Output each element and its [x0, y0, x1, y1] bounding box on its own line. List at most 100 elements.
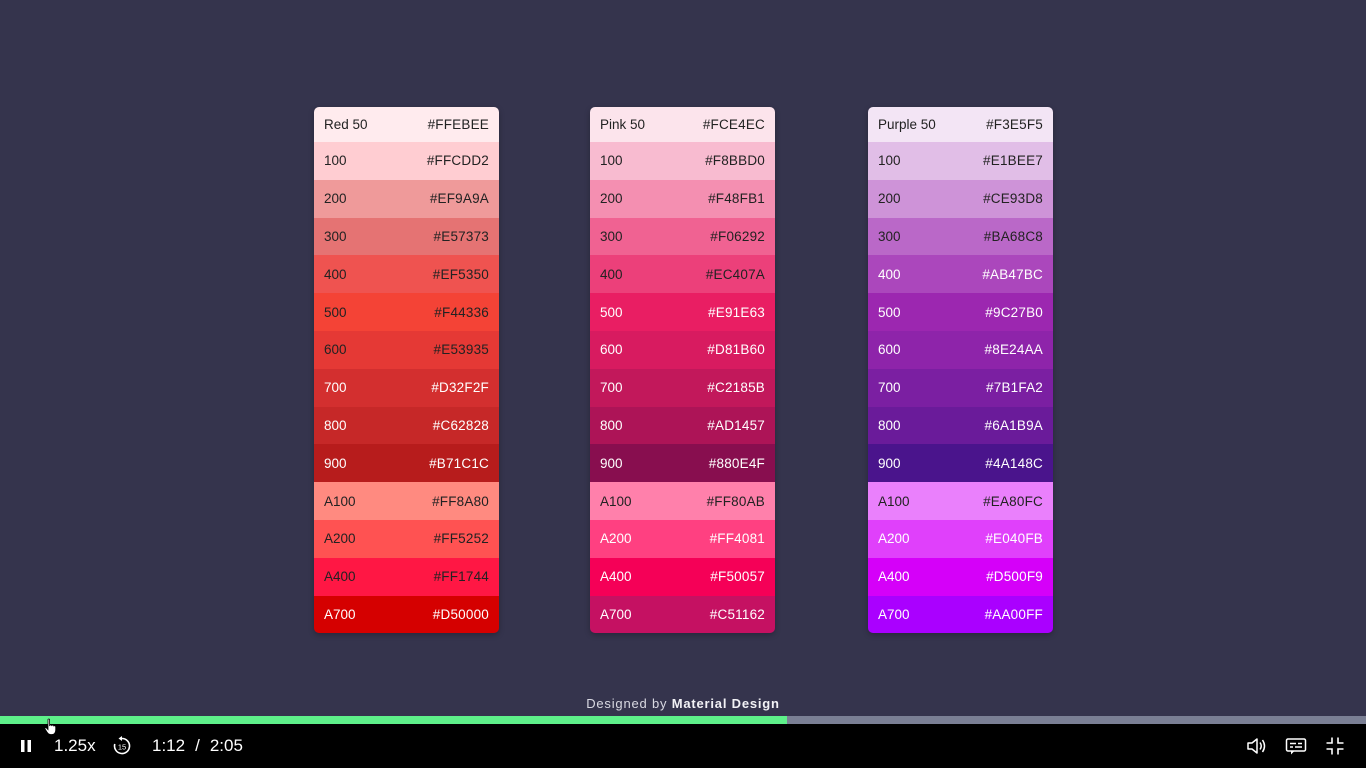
pause-button[interactable] [18, 724, 34, 768]
red-swatch-200: 200 #EF9A9A [314, 179, 499, 218]
credit-brand: Material Design [671, 696, 780, 711]
red-swatch-700: 700 #D32F2F [314, 368, 499, 407]
swatch-label: Red 50 [324, 117, 368, 132]
swatch-label: A100 [324, 493, 356, 509]
swatch-label: 800 [324, 417, 347, 433]
swatch-hex: #FF80AB [706, 493, 765, 509]
swatch-label: 300 [324, 228, 347, 244]
swatch-hex: #B71C1C [429, 455, 489, 471]
swatch-label: 700 [878, 380, 901, 396]
pink-swatch-pink-50: Pink 50 #FCE4EC [590, 107, 775, 142]
pause-icon [21, 740, 31, 752]
swatch-hex: #FFEBEE [427, 117, 489, 132]
purple-swatch-300: 300 #BA68C8 [868, 217, 1053, 256]
purple-swatch-a400: A400 #D500F9 [868, 557, 1053, 596]
exit-fullscreen-button[interactable] [1325, 724, 1345, 768]
swatch-label: 600 [878, 342, 901, 358]
swatch-hex: #F3E5F5 [986, 117, 1043, 132]
pink-swatch-900: 900 #880E4F [590, 444, 775, 483]
swatch-label: 100 [600, 153, 623, 169]
swatch-hex: #9C27B0 [985, 304, 1043, 320]
swatch-hex: #8E24AA [984, 342, 1043, 358]
swatch-label: 700 [324, 380, 347, 396]
swatch-hex: #F50057 [710, 569, 765, 585]
red-swatch-red-50: Red 50 #FFEBEE [314, 107, 499, 142]
swatch-hex: #AB47BC [982, 266, 1043, 282]
swatch-hex: #EF5350 [432, 266, 489, 282]
red-swatch-600: 600 #E53935 [314, 330, 499, 369]
pink-swatch-200: 200 #F48FB1 [590, 179, 775, 218]
swatch-label: 100 [324, 153, 347, 169]
swatch-label: A700 [878, 606, 910, 622]
duration: 2:05 [209, 736, 243, 755]
progress-bar-fill [0, 716, 787, 724]
swatch-label: 800 [600, 417, 623, 433]
mouse-pointer-icon [44, 718, 57, 735]
red-swatch-a400: A400 #FF1744 [314, 557, 499, 596]
pink-swatch-700: 700 #C2185B [590, 368, 775, 407]
pink-swatch-400: 400 #EC407A [590, 255, 775, 294]
swatch-label: 800 [878, 417, 901, 433]
swatch-label: 600 [324, 342, 347, 358]
swatch-hex: #E040FB [985, 531, 1043, 547]
swatch-label: 700 [600, 380, 623, 396]
swatch-hex: #EF9A9A [429, 191, 489, 207]
playback-speed-button[interactable]: 1.25x [54, 724, 96, 768]
pink-swatch-a100: A100 #FF80AB [590, 482, 775, 520]
red-swatch-a200: A200 #FF5252 [314, 519, 499, 558]
swatch-label: A700 [600, 606, 632, 622]
red-swatch-100: 100 #FFCDD2 [314, 142, 499, 180]
swatch-hex: #7B1FA2 [986, 380, 1043, 396]
pink-swatch-500: 500 #E91E63 [590, 293, 775, 331]
swatch-label: A100 [600, 493, 632, 509]
rewind-button[interactable]: 15 [111, 724, 133, 768]
purple-swatch-a200: A200 #E040FB [868, 519, 1053, 558]
swatch-label: 200 [878, 191, 901, 207]
swatch-hex: #F06292 [710, 228, 765, 244]
swatch-label: 200 [600, 191, 623, 207]
red-swatch-400: 400 #EF5350 [314, 255, 499, 294]
swatch-hex: #CE93D8 [983, 191, 1043, 207]
swatch-hex: #D500F9 [986, 569, 1043, 585]
swatch-hex: #FF8A80 [432, 493, 489, 509]
swatch-label: 300 [878, 228, 901, 244]
swatch-hex: #4A148C [985, 455, 1043, 471]
video-credit: Designed by Material Design [0, 696, 1366, 711]
captions-icon [1285, 738, 1307, 755]
swatch-hex: #C51162 [709, 606, 765, 622]
swatch-label: 500 [878, 304, 901, 320]
volume-icon [1247, 738, 1266, 754]
swatch-label: 900 [600, 455, 623, 471]
swatch-hex: #BA68C8 [983, 228, 1043, 244]
volume-button[interactable] [1246, 724, 1268, 768]
swatch-hex: #FF4081 [709, 531, 765, 547]
purple-swatch-a100: A100 #EA80FC [868, 482, 1053, 520]
red-swatch-a100: A100 #FF8A80 [314, 482, 499, 520]
rewind-seconds-label: 15 [118, 743, 126, 752]
swatch-label: A400 [324, 569, 356, 585]
rewind-15-icon: 15 [113, 736, 131, 755]
swatch-hex: #E57373 [433, 228, 489, 244]
purple-palette-card: Purple 50 #F3E5F5 100 #E1BEE7 200 #CE93D8 300 #… [868, 107, 1053, 634]
purple-swatch-purple-50: Purple 50 #F3E5F5 [868, 107, 1053, 142]
pink-swatch-a400: A400 #F50057 [590, 557, 775, 596]
swatch-hex: #6A1B9A [984, 417, 1043, 433]
swatch-label: A100 [878, 493, 910, 509]
pink-swatch-600: 600 #D81B60 [590, 330, 775, 369]
swatch-hex: #E1BEE7 [983, 153, 1043, 169]
pink-swatch-800: 800 #AD1457 [590, 406, 775, 445]
swatch-label: Pink 50 [600, 117, 646, 132]
swatch-hex: #D50000 [432, 606, 489, 622]
exit-fullscreen-icon [1326, 737, 1344, 755]
red-swatch-a700: A700 #D50000 [314, 595, 499, 634]
credit-prefix: Designed by [586, 696, 668, 711]
purple-swatch-600: 600 #8E24AA [868, 330, 1053, 369]
captions-button[interactable] [1285, 724, 1307, 768]
pink-palette-card: Pink 50 #FCE4EC 100 #F8BBD0 200 #F48FB1 300 #F0… [590, 107, 775, 634]
swatch-label: A700 [324, 606, 356, 622]
swatch-label: 400 [600, 266, 623, 282]
swatch-hex: #FCE4EC [702, 117, 765, 132]
video-frame[interactable]: Red 50 #FFEBEE 100 #FFCDD2 200 #EF9A9A 300 #E57… [0, 0, 1366, 716]
swatch-hex: #F44336 [434, 304, 489, 320]
progress-bar[interactable] [0, 716, 1366, 724]
